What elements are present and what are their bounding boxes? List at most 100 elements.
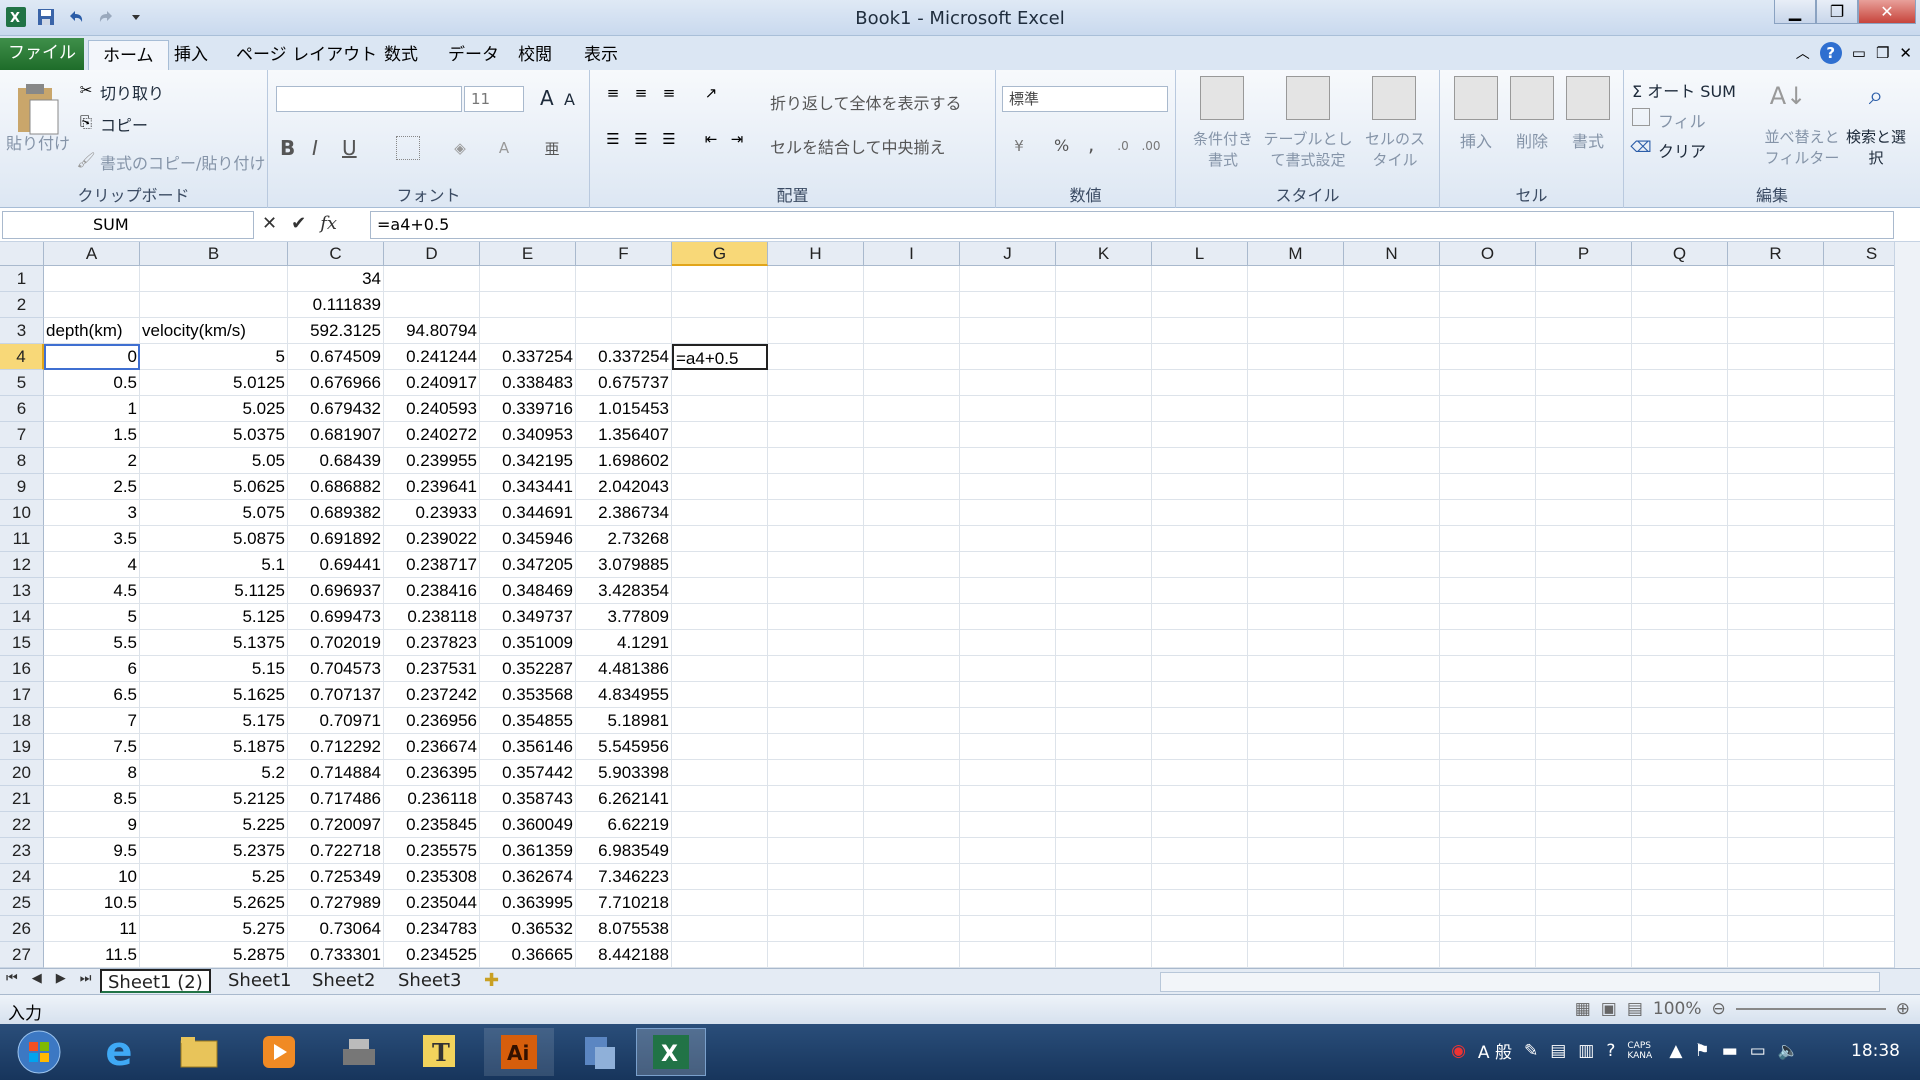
cell-j11[interactable] — [960, 526, 1056, 552]
cell-b8[interactable]: 5.05 — [140, 448, 288, 474]
cell-f27[interactable]: 8.442188 — [576, 942, 672, 968]
row-header-16[interactable]: 16 — [0, 656, 44, 682]
cell-o7[interactable] — [1440, 422, 1536, 448]
cell-s4[interactable] — [1824, 344, 1894, 370]
zoom-in-icon[interactable]: ⊕ — [1896, 999, 1910, 1019]
cell-p17[interactable] — [1536, 682, 1632, 708]
cell-k25[interactable] — [1056, 890, 1152, 916]
cell-l16[interactable] — [1152, 656, 1248, 682]
cell-g12[interactable] — [672, 552, 768, 578]
column-header-b[interactable]: B — [140, 242, 288, 266]
cell-g7[interactable] — [672, 422, 768, 448]
cell-d5[interactable]: 0.240917 — [384, 370, 480, 396]
tab-review[interactable]: 校閲 — [504, 40, 566, 70]
cell-g18[interactable] — [672, 708, 768, 734]
cell-l8[interactable] — [1152, 448, 1248, 474]
cell-a16[interactable]: 6 — [44, 656, 140, 682]
row-header-27[interactable]: 27 — [0, 942, 44, 968]
column-header-g[interactable]: G — [672, 242, 768, 266]
cell-i4[interactable] — [864, 344, 960, 370]
cell-e21[interactable]: 0.358743 — [480, 786, 576, 812]
cell-b12[interactable]: 5.1 — [140, 552, 288, 578]
cell-d12[interactable]: 0.238717 — [384, 552, 480, 578]
cell-q10[interactable] — [1632, 500, 1728, 526]
cell-g25[interactable] — [672, 890, 768, 916]
cell-c14[interactable]: 0.699473 — [288, 604, 384, 630]
ime-dict-icon[interactable]: ▥ — [1578, 1041, 1594, 1061]
cell-q11[interactable] — [1632, 526, 1728, 552]
cell-o26[interactable] — [1440, 916, 1536, 942]
cell-g6[interactable] — [672, 396, 768, 422]
cell-p16[interactable] — [1536, 656, 1632, 682]
cell-m9[interactable] — [1248, 474, 1344, 500]
cell-c4[interactable]: 0.674509 — [288, 344, 384, 370]
cell-n23[interactable] — [1344, 838, 1440, 864]
cell-n17[interactable] — [1344, 682, 1440, 708]
cell-c25[interactable]: 0.727989 — [288, 890, 384, 916]
cell-n9[interactable] — [1344, 474, 1440, 500]
cell-b10[interactable]: 5.075 — [140, 500, 288, 526]
minimize-icon[interactable]: ▁ — [1774, 0, 1816, 24]
cell-q2[interactable] — [1632, 292, 1728, 318]
cell-o6[interactable] — [1440, 396, 1536, 422]
cell-o3[interactable] — [1440, 318, 1536, 344]
new-sheet-icon[interactable]: ✚ — [478, 969, 505, 993]
cell-k26[interactable] — [1056, 916, 1152, 942]
cell-g24[interactable] — [672, 864, 768, 890]
first-sheet-icon[interactable]: ⏮ — [6, 971, 18, 986]
cell-l4[interactable] — [1152, 344, 1248, 370]
cell-l19[interactable] — [1152, 734, 1248, 760]
cell-m14[interactable] — [1248, 604, 1344, 630]
cell-r22[interactable] — [1728, 812, 1824, 838]
cell-k24[interactable] — [1056, 864, 1152, 890]
cell-h16[interactable] — [768, 656, 864, 682]
cell-h21[interactable] — [768, 786, 864, 812]
cell-m23[interactable] — [1248, 838, 1344, 864]
cell-l10[interactable] — [1152, 500, 1248, 526]
cell-g9[interactable] — [672, 474, 768, 500]
cell-o19[interactable] — [1440, 734, 1536, 760]
cell-r18[interactable] — [1728, 708, 1824, 734]
cell-f25[interactable]: 7.710218 — [576, 890, 672, 916]
cell-b3[interactable]: velocity(km/s) — [140, 318, 288, 344]
cell-o8[interactable] — [1440, 448, 1536, 474]
cell-d6[interactable]: 0.240593 — [384, 396, 480, 422]
cell-a12[interactable]: 4 — [44, 552, 140, 578]
column-header-r[interactable]: R — [1728, 242, 1824, 266]
cell-o23[interactable] — [1440, 838, 1536, 864]
cell-d3[interactable]: 94.80794 — [384, 318, 480, 344]
cell-j23[interactable] — [960, 838, 1056, 864]
cell-e1[interactable] — [480, 266, 576, 292]
cell-n12[interactable] — [1344, 552, 1440, 578]
cell-h5[interactable] — [768, 370, 864, 396]
cell-p3[interactable] — [1536, 318, 1632, 344]
decrease-decimal-icon[interactable]: .00 — [1140, 134, 1162, 158]
minimize-ribbon-icon[interactable]: ︿ — [1796, 43, 1810, 63]
column-header-k[interactable]: K — [1056, 242, 1152, 266]
cell-a25[interactable]: 10.5 — [44, 890, 140, 916]
antivirus-icon[interactable]: ◉ — [1451, 1041, 1466, 1061]
cell-i25[interactable] — [864, 890, 960, 916]
cell-d17[interactable]: 0.237242 — [384, 682, 480, 708]
cell-n19[interactable] — [1344, 734, 1440, 760]
cell-b11[interactable]: 5.0875 — [140, 526, 288, 552]
cell-k23[interactable] — [1056, 838, 1152, 864]
doc-minimize-icon[interactable]: ▭ — [1852, 44, 1866, 62]
cell-q1[interactable] — [1632, 266, 1728, 292]
illustrator-icon[interactable]: Ai — [484, 1028, 554, 1076]
cell-a21[interactable]: 8.5 — [44, 786, 140, 812]
cell-n8[interactable] — [1344, 448, 1440, 474]
cell-s21[interactable] — [1824, 786, 1894, 812]
cell-g17[interactable] — [672, 682, 768, 708]
cell-c8[interactable]: 0.68439 — [288, 448, 384, 474]
cell-n27[interactable] — [1344, 942, 1440, 968]
flag-icon[interactable]: ⚑ — [1694, 1041, 1709, 1061]
wrap-text-button[interactable]: 折り返して全体を表示する — [770, 90, 962, 114]
cell-s23[interactable] — [1824, 838, 1894, 864]
cell-p9[interactable] — [1536, 474, 1632, 500]
cell-g26[interactable] — [672, 916, 768, 942]
cell-e23[interactable]: 0.361359 — [480, 838, 576, 864]
cell-s15[interactable] — [1824, 630, 1894, 656]
cell-e6[interactable]: 0.339716 — [480, 396, 576, 422]
cell-g22[interactable] — [672, 812, 768, 838]
